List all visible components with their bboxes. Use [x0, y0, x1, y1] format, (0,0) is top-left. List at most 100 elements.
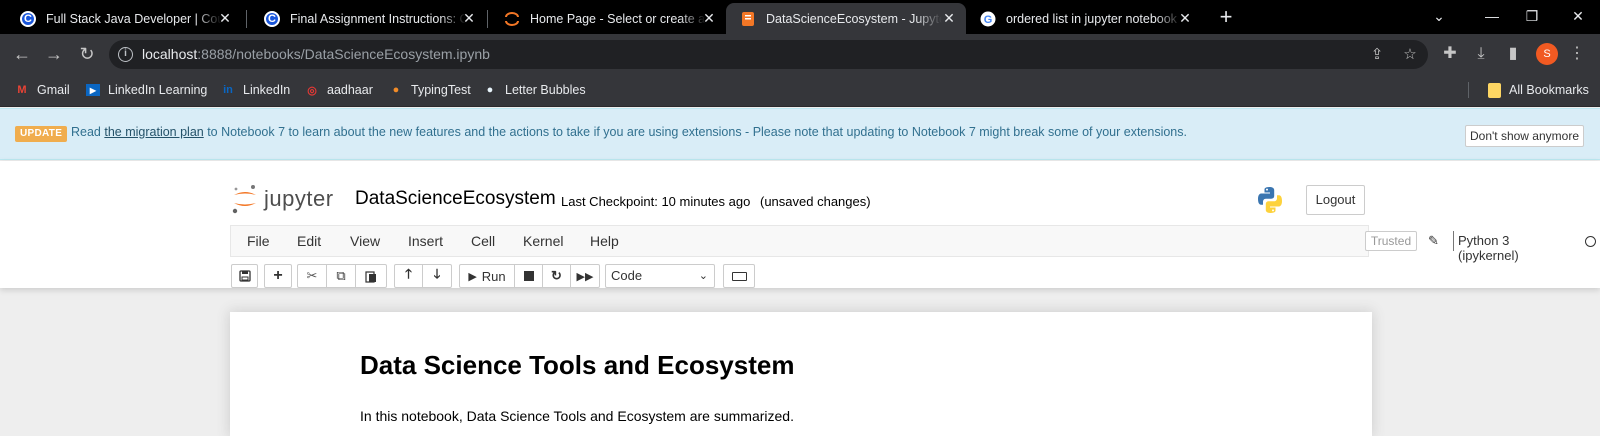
tab-home-page[interactable]: Home Page - Select or create a n ✕	[490, 3, 726, 34]
run-button[interactable]: ▶ Run	[459, 264, 515, 288]
new-tab-button[interactable]: +	[1214, 6, 1238, 30]
kernel-idle-icon	[1585, 236, 1596, 247]
save-icon	[238, 270, 251, 282]
jupyter-logo-icon	[232, 185, 256, 214]
scissors-icon: ✂	[306, 268, 318, 283]
address-bar[interactable]: i localhost:8888/notebooks/DataScienceEc…	[109, 40, 1428, 69]
typingtest-icon: ●	[392, 84, 400, 96]
bookmark-linkedin[interactable]: in LinkedIn	[220, 81, 290, 99]
all-bookmarks[interactable]: All Bookmarks	[1486, 81, 1589, 99]
tab-final-assignment[interactable]: C Final Assignment Instructions: Cr ✕	[250, 3, 486, 34]
notebook-icon	[740, 11, 756, 27]
browser-tab-bar: C Full Stack Java Developer | Course ✕ C…	[0, 0, 1600, 34]
url-text: localhost:8888/notebooks/DataScienceEcos…	[142, 46, 490, 62]
jupyter-icon	[504, 11, 520, 27]
interrupt-button[interactable]	[514, 264, 543, 288]
notebook-name[interactable]: DataScienceEcosystem	[355, 188, 556, 210]
close-icon[interactable]: ✕	[1178, 11, 1192, 25]
aadhaar-icon: ◎	[307, 84, 317, 97]
download-icon[interactable]: ⤓	[1470, 43, 1492, 65]
arrow-down-icon: 🡓	[433, 266, 441, 281]
gmail-icon: M	[17, 84, 27, 96]
tab-ordered-list[interactable]: G ordered list in jupyter notebook ✕	[966, 3, 1202, 34]
menu-view[interactable]: View	[350, 233, 380, 249]
bookmarks-separator	[1468, 82, 1469, 98]
menu-help[interactable]: Help	[590, 233, 619, 249]
migration-plan-link[interactable]: the migration plan	[104, 125, 203, 139]
arrow-up-icon: 🡑	[405, 266, 412, 281]
letter-bubbles-icon: ●	[486, 84, 494, 96]
tab-title: Full Stack Java Developer | Course	[46, 11, 222, 26]
menu-file[interactable]: File	[247, 233, 270, 249]
menu-kernel[interactable]: Kernel	[523, 233, 563, 249]
logout-button[interactable]: Logout	[1306, 185, 1365, 215]
coursera-c-icon: C	[20, 10, 36, 27]
bookmark-gmail[interactable]: M Gmail	[14, 81, 69, 99]
command-palette-button[interactable]	[723, 264, 755, 288]
kernel-name[interactable]: Python 3 (ipykernel)	[1458, 233, 1519, 263]
site-info-icon[interactable]: i	[118, 47, 133, 62]
notebook-menubar: File Edit View Insert Cell Kernel Help T…	[230, 225, 1596, 263]
bookmark-aadhaar[interactable]: ◎ aadhaar	[304, 81, 373, 99]
close-icon[interactable]: ✕	[218, 11, 232, 25]
restart-button[interactable]: ↻	[542, 264, 571, 288]
jupyter-logo[interactable]: jupyter	[232, 184, 334, 214]
kernel-separator	[1453, 231, 1454, 251]
close-icon[interactable]: ✕	[942, 11, 956, 25]
copy-button[interactable]: ⧉	[326, 264, 356, 288]
close-icon[interactable]: ✕	[462, 11, 476, 25]
tab-separator	[246, 10, 247, 28]
bookmark-star-icon[interactable]: ☆	[1400, 45, 1420, 65]
tab-full-stack-java[interactable]: C Full Stack Java Developer | Course ✕	[6, 3, 242, 34]
restore-icon[interactable]: ❐	[1517, 6, 1547, 26]
close-icon[interactable]: ✕	[702, 11, 716, 25]
menu-icon[interactable]: ⋮	[1566, 43, 1588, 65]
cell-type-select[interactable]: Code ⌄	[605, 264, 715, 288]
window-close-icon[interactable]: ✕	[1563, 6, 1593, 26]
linkedin-icon: in	[223, 84, 233, 96]
keyboard-icon	[731, 271, 747, 281]
trusted-indicator[interactable]: Trusted	[1365, 231, 1417, 251]
menu-insert[interactable]: Insert	[408, 233, 443, 249]
menu-cell[interactable]: Cell	[471, 233, 495, 249]
folder-icon	[1486, 82, 1502, 98]
restart-run-all-button[interactable]: ▶▶	[570, 264, 600, 288]
restart-icon: ↻	[551, 268, 562, 283]
reload-icon[interactable]: ↻	[75, 42, 99, 66]
extensions-icon[interactable]: ✚	[1439, 43, 1461, 65]
menu-edit[interactable]: Edit	[297, 233, 321, 249]
profile-avatar[interactable]: S	[1536, 43, 1558, 65]
paste-icon	[365, 270, 376, 283]
insert-cell-button[interactable]: +	[264, 264, 292, 288]
fast-forward-icon: ▶▶	[576, 270, 594, 283]
minimize-icon[interactable]: —	[1477, 6, 1507, 26]
bookmarks-bar: M Gmail ▶ LinkedIn Learning in LinkedIn …	[0, 73, 1600, 107]
google-icon: G	[980, 11, 996, 27]
copy-icon: ⧉	[336, 268, 346, 283]
side-panel-icon[interactable]: ▮	[1502, 43, 1524, 65]
bookmark-typingtest[interactable]: ● TypingTest	[388, 81, 471, 99]
bookmark-letter-bubbles[interactable]: ● Letter Bubbles	[482, 81, 586, 99]
back-icon[interactable]: ←	[10, 42, 34, 66]
markdown-paragraph: In this notebook, Data Science Tools and…	[360, 408, 794, 424]
forward-icon[interactable]: →	[42, 42, 66, 66]
linkedin-learning-icon: ▶	[85, 82, 101, 98]
chevron-down-icon: ⌄	[698, 270, 708, 282]
update-badge: UPDATE	[15, 126, 68, 142]
tab-search-icon[interactable]: ⌄	[1424, 6, 1454, 26]
bookmark-linkedin-learning[interactable]: ▶ LinkedIn Learning	[85, 81, 207, 99]
tab-separator	[487, 10, 488, 28]
play-icon: ▶	[468, 270, 477, 283]
move-up-button[interactable]: 🡑	[394, 264, 423, 288]
cut-button[interactable]: ✂	[297, 264, 327, 288]
tab-title: DataScienceEcosystem - Jupyter	[766, 11, 942, 26]
save-button[interactable]	[231, 264, 258, 288]
plus-icon: +	[273, 267, 283, 284]
paste-button[interactable]	[355, 264, 387, 288]
move-down-button[interactable]: 🡓	[422, 264, 452, 288]
share-icon[interactable]: ⇪	[1367, 45, 1387, 65]
tab-datascienceecosystem[interactable]: DataScienceEcosystem - Jupyter ✕	[726, 3, 966, 34]
dont-show-anymore-button[interactable]: Don't show anymore	[1465, 125, 1584, 147]
pencil-icon[interactable]: ✎	[1428, 233, 1439, 249]
svg-text:G: G	[984, 14, 993, 26]
